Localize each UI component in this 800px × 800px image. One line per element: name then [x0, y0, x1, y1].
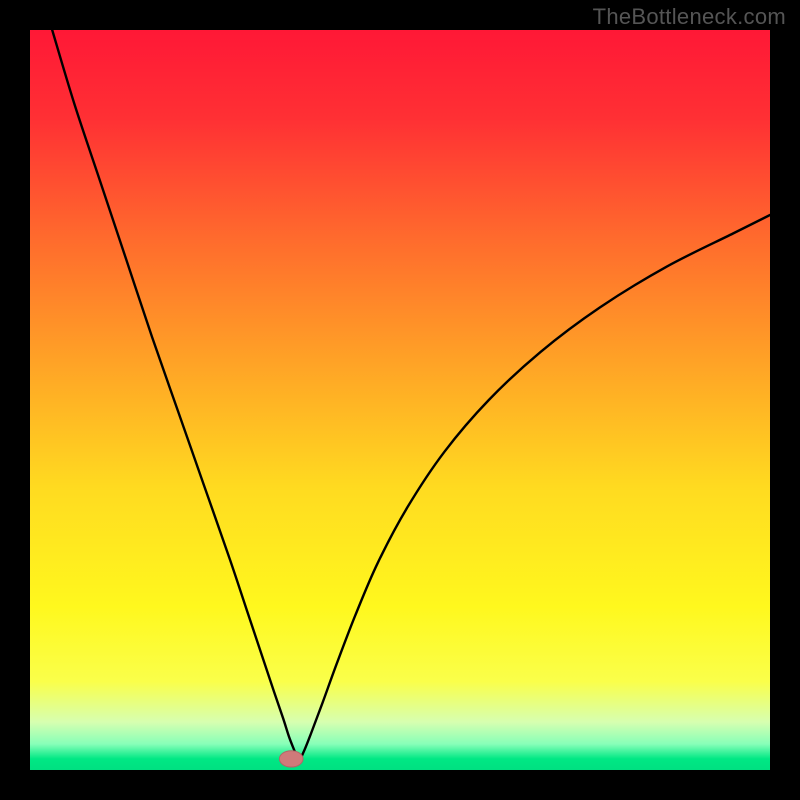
- bottleneck-chart: [30, 30, 770, 770]
- minimum-marker: [279, 751, 303, 767]
- watermark-text: TheBottleneck.com: [593, 4, 786, 30]
- plot-area: [30, 30, 770, 770]
- chart-frame: TheBottleneck.com: [0, 0, 800, 800]
- gradient-background: [30, 30, 770, 770]
